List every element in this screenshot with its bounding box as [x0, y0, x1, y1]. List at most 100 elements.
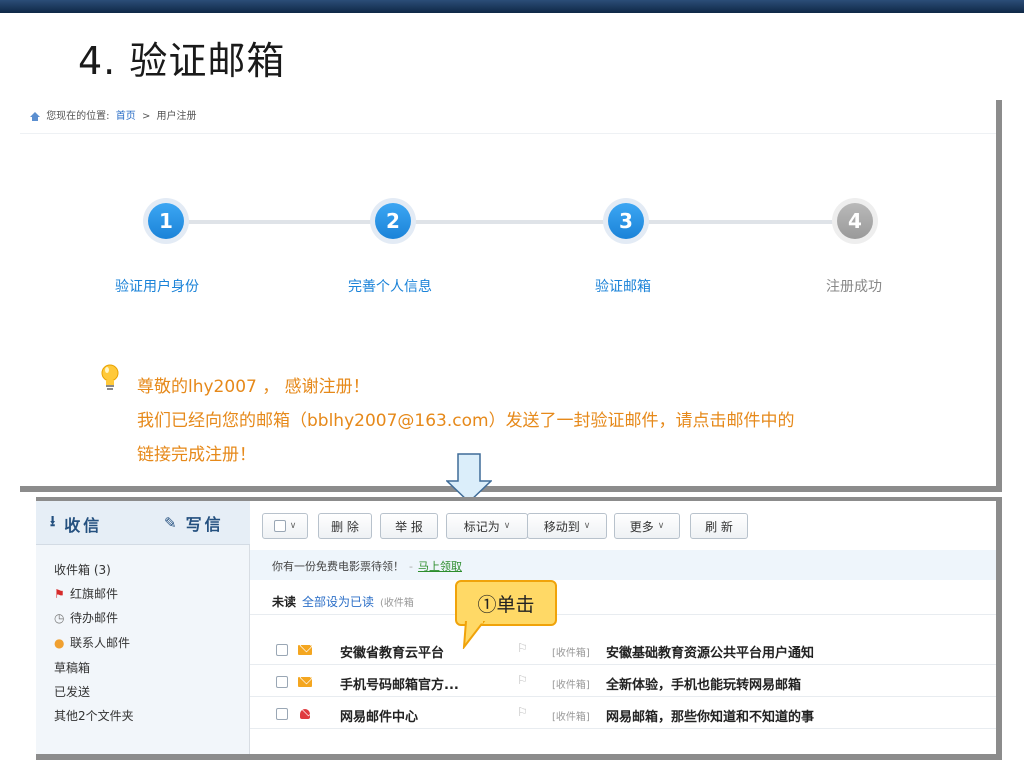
delete-button[interactable]: 删 除 — [318, 513, 372, 539]
envelope-icon — [298, 645, 312, 655]
mail-subject[interactable]: 全新体验，手机也能玩转网易邮箱 — [606, 674, 801, 693]
promo-separator: - — [409, 560, 413, 573]
folder-others[interactable]: 其他2个文件夹 — [54, 707, 134, 724]
step-4-number: 4 — [837, 203, 873, 239]
mail-row[interactable]: 安徽省教育云平台 ⚐ [收件箱] 安徽基础教育资源公共平台用户通知 — [250, 634, 996, 665]
step-2-circle: 2 — [370, 198, 416, 244]
move-to-label: 移动到 — [543, 519, 580, 534]
mailbox-panel: ⭳ 收信 ✎ 写信 收件箱 (3) ⚑ 红旗邮件 ◷ 待办邮件 ● 联系人邮件 草稿箱… — [36, 497, 1002, 760]
breadcrumb-home-link[interactable]: 首页 — [116, 111, 136, 122]
mail-row[interactable]: 手机号码邮箱官方... ⚐ [收件箱] 全新体验，手机也能玩转网易邮箱 — [250, 666, 996, 697]
chevron-down-icon: ∨ — [289, 521, 297, 531]
verification-text-2: 链接完成注册！ — [137, 445, 256, 465]
step-3-circle: 3 — [603, 198, 649, 244]
progress-line — [166, 220, 846, 224]
step-3-label: 验证邮箱 — [595, 279, 651, 295]
row-checkbox[interactable] — [276, 676, 288, 688]
step-1-circle: 1 — [143, 198, 189, 244]
chevron-down-icon: ∨ — [503, 521, 511, 531]
move-to-dropdown[interactable]: 移动到 ∨ — [527, 513, 607, 539]
select-all-checkbox[interactable] — [273, 520, 286, 532]
row-checkbox[interactable] — [276, 708, 288, 720]
mail-sender[interactable]: 手机号码邮箱官方... — [340, 674, 459, 693]
folder-contacts[interactable]: ● 联系人邮件 — [54, 634, 130, 651]
mail-sender[interactable]: 网易邮件中心 — [340, 706, 418, 725]
flag-icon[interactable]: ⚐ — [517, 673, 528, 687]
folder-drafts-label: 草稿箱 — [54, 661, 91, 675]
mail-folder-tag: [收件箱] — [552, 712, 590, 723]
mark-as-label: 标记为 — [463, 519, 500, 534]
divider — [20, 133, 996, 134]
mail-subject[interactable]: 网易邮箱，那些你知道和不知道的事 — [606, 706, 814, 725]
report-button[interactable]: 举 报 — [380, 513, 438, 539]
unread-hint: (收件箱 — [380, 598, 414, 609]
mail-subject[interactable]: 安徽基础教育资源公共平台用户通知 — [606, 642, 814, 661]
refresh-button[interactable]: 刷 新 — [690, 513, 748, 539]
receive-button[interactable]: ⭳ 收信 — [50, 511, 102, 536]
compose-button[interactable]: ✎ 写信 — [164, 511, 224, 535]
promo-link[interactable]: 马上领取 — [418, 560, 462, 573]
envelope-icon — [298, 677, 312, 687]
folder-drafts[interactable]: 草稿箱 — [54, 659, 90, 676]
breadcrumb-current: 用户注册 — [156, 111, 197, 122]
more-label: 更多 — [629, 519, 654, 534]
breadcrumb-prefix: 您现在的位置: — [46, 111, 110, 122]
folder-todo[interactable]: ◷ 待办邮件 — [54, 609, 118, 626]
receive-label: 收信 — [64, 515, 103, 535]
registration-panel: 您现在的位置: 首页 > 用户注册 1 2 3 4 验证用户身份 完善个人信息 … — [20, 100, 1002, 492]
folder-todo-label: 待办邮件 — [70, 611, 119, 625]
mail-folder-tag: [收件箱] — [552, 648, 590, 659]
select-all-dropdown[interactable]: ∨ — [262, 513, 308, 539]
down-arrow-icon — [446, 453, 492, 503]
folder-inbox-label: 收件箱 (3) — [54, 563, 111, 577]
mail-folder-tag: [收件箱] — [552, 680, 590, 691]
chevron-down-icon: ∨ — [583, 521, 591, 531]
folder-contacts-label: 联系人邮件 — [70, 636, 131, 650]
mail-sender[interactable]: 安徽省教育云平台 — [340, 642, 444, 661]
chevron-down-icon: ∨ — [657, 521, 665, 531]
folder-others-label: 其他2个文件夹 — [54, 709, 134, 723]
mail-top-buttons: ⭳ 收信 ✎ 写信 — [36, 501, 250, 545]
step-3-number: 3 — [608, 203, 644, 239]
clock-icon: ◷ — [54, 611, 65, 625]
compose-label: 写信 — [185, 515, 224, 534]
red-flag-icon: ⚑ — [54, 587, 65, 601]
folder-flagged[interactable]: ⚑ 红旗邮件 — [54, 585, 118, 602]
unread-label: 未读 — [272, 595, 297, 609]
row-checkbox[interactable] — [276, 644, 288, 656]
promo-text: 你有一份免费电影票待领！ — [272, 560, 404, 573]
verification-text: 我们已经向您的邮箱（bblhy2007@163.com）发送了一封验证邮件，请点… — [137, 411, 795, 431]
edit-icon: ✎ — [164, 514, 180, 532]
callout-pointer — [462, 621, 486, 649]
mail-toolbar: ∨ 删 除 举 报 标记为 ∨ 移动到 ∨ 更多 ∨ 刷 新 — [250, 501, 996, 545]
step-2-label: 完善个人信息 — [348, 279, 432, 295]
step-2-number: 2 — [375, 203, 411, 239]
promo-notice: 你有一份免费电影票待领！ - 马上领取 — [250, 550, 996, 580]
step-1-label: 验证用户身份 — [115, 279, 199, 295]
step-4-circle: 4 — [832, 198, 878, 244]
download-icon: ⭳ — [50, 512, 59, 530]
folder-sent-label: 已发送 — [54, 685, 91, 699]
more-dropdown[interactable]: 更多 ∨ — [614, 513, 680, 539]
lightbulb-icon — [101, 364, 119, 390]
flag-icon[interactable]: ⚐ — [517, 705, 528, 719]
mail-sidebar: ⭳ 收信 ✎ 写信 收件箱 (3) ⚑ 红旗邮件 ◷ 待办邮件 ● 联系人邮件 草稿箱… — [36, 501, 250, 754]
folder-inbox[interactable]: 收件箱 (3) — [54, 561, 111, 578]
step-4-label: 注册成功 — [826, 279, 882, 295]
top-bar — [0, 0, 1024, 13]
flag-icon[interactable]: ⚐ — [517, 641, 528, 655]
folder-flagged-label: 红旗邮件 — [70, 587, 119, 601]
badge-icon — [300, 709, 310, 719]
mail-row[interactable]: 网易邮件中心 ⚐ [收件箱] 网易邮箱，那些你知道和不知道的事 — [250, 698, 996, 729]
folder-sent[interactable]: 已发送 — [54, 683, 90, 700]
mail-list-area: ∨ 删 除 举 报 标记为 ∨ 移动到 ∨ 更多 ∨ 刷 新 你有一份免费电影票待领！… — [250, 501, 996, 754]
breadcrumb: 您现在的位置: 首页 > 用户注册 — [30, 107, 197, 122]
greeting-text: 尊敬的lhy2007 ， 感谢注册！ — [137, 377, 370, 397]
mark-as-dropdown[interactable]: 标记为 ∨ — [446, 513, 528, 539]
unread-bar: 未读 全部设为已读 (收件箱 — [250, 583, 996, 615]
mark-all-read-link[interactable]: 全部设为已读 — [302, 595, 374, 609]
breadcrumb-separator: > — [141, 111, 151, 122]
contact-icon: ● — [54, 636, 65, 650]
slide-title: 4. 验证邮箱 — [78, 39, 286, 83]
home-icon — [30, 112, 40, 121]
